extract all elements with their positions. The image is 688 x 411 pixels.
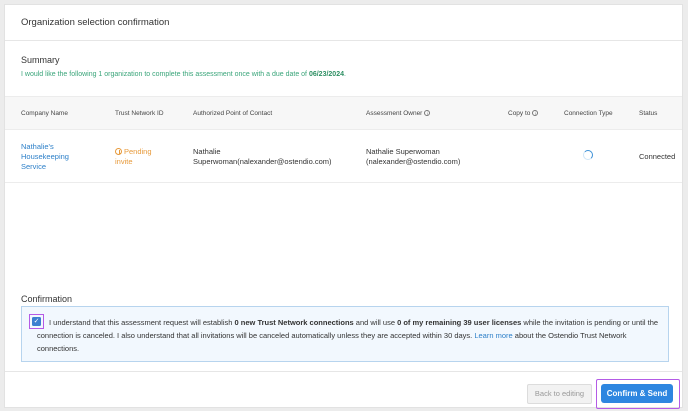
footer: Back to editing Confirm & Send [5, 371, 682, 409]
clock-icon [115, 148, 122, 155]
owner-name: Nathalie Superwoman [366, 147, 440, 156]
invite-label: invite [115, 157, 133, 166]
summary-text-suffix: . [344, 71, 346, 78]
assessment-owner: Nathalie Superwoman (nalexander@ostendio… [366, 147, 460, 167]
confirmation-title: Confirmation [21, 294, 73, 304]
button-focus-ring: Confirm & Send [596, 379, 680, 409]
col-trust-network-id: Trust Network ID [115, 110, 164, 117]
confirmation-text: I understand that this assessment reques… [37, 316, 667, 355]
col-copy-to-label: Copy to [508, 110, 531, 117]
owner-email: (nalexander@ostendio.com) [366, 157, 461, 166]
summary-text: I would like the following 1 organizatio… [21, 71, 346, 78]
confirmation-panel: Organization selection confirmation Summ… [4, 4, 683, 409]
summary-text-prefix: I would like the following 1 organizatio… [21, 71, 309, 78]
new-connections-count: 0 new Trust Network connections [234, 318, 354, 327]
col-company-name: Company Name [21, 110, 68, 117]
company-name-line: Service [21, 162, 47, 171]
panel-header: Organization selection confirmation [5, 5, 682, 41]
confirmation-text-part: I understand that this assessment reques… [49, 318, 235, 327]
company-name-line: Housekeeping [21, 152, 69, 161]
company-name-link[interactable]: Nathalie's Housekeeping Service [21, 142, 69, 172]
due-date: 06/23/2024 [308, 71, 344, 78]
company-name-line: Nathalie's [21, 142, 54, 151]
confirmation-text-part: and will use [353, 318, 398, 327]
info-icon[interactable]: i [532, 110, 539, 116]
confirmation-box: ✓ I understand that this assessment requ… [21, 306, 669, 362]
status-text: Connected [639, 152, 676, 161]
table-header: Company Name Trust Network ID Authorized… [5, 96, 682, 130]
authorized-contact: Nathalie Superwoman(nalexander@ostendio.… [193, 147, 332, 167]
col-authorized-contact: Authorized Point of Contact [193, 110, 273, 117]
page-title: Organization selection confirmation [21, 17, 170, 28]
contact-name: Nathalie [193, 147, 221, 156]
table-row: Nathalie's Housekeeping Service Pending … [5, 131, 682, 183]
col-connection-type: Connection Type [564, 110, 613, 117]
info-icon[interactable]: i [424, 110, 431, 116]
col-assessment-owner-label: Assessment Owner [366, 110, 423, 117]
contact-email: Superwoman(nalexander@ostendio.com) [193, 157, 332, 166]
col-assessment-owner: Assessment Owner i [366, 110, 431, 117]
summary-title: Summary [21, 55, 60, 65]
loading-spinner-icon [583, 150, 593, 160]
license-usage: 0 of my remaining 39 user licenses [397, 318, 522, 327]
back-to-editing-button[interactable]: Back to editing [527, 384, 592, 404]
col-status: Status [639, 110, 658, 117]
pending-label: Pending [124, 147, 152, 156]
confirm-send-button[interactable]: Confirm & Send [601, 384, 673, 403]
col-copy-to: Copy to i [508, 110, 539, 117]
trust-network-status: Pending invite [115, 147, 152, 167]
learn-more-link[interactable]: Learn more [474, 331, 512, 340]
